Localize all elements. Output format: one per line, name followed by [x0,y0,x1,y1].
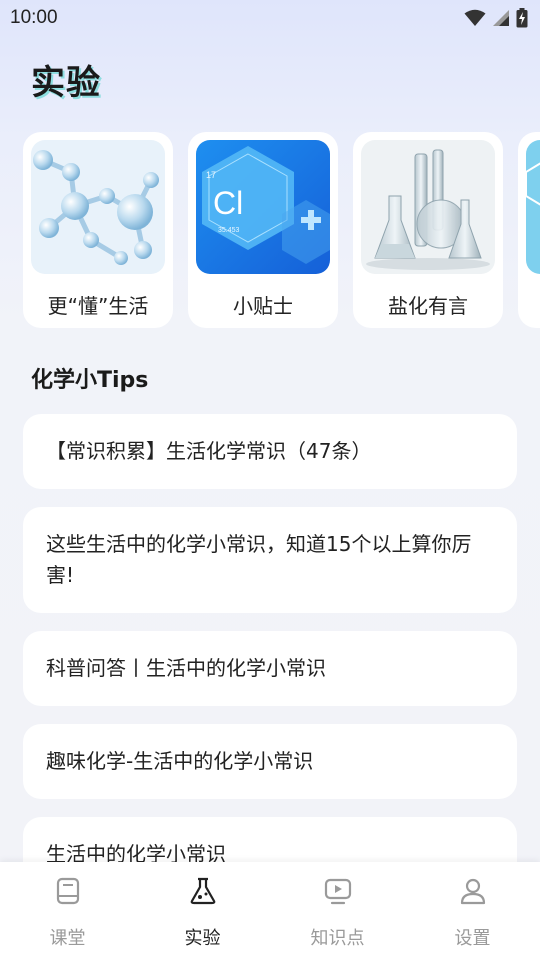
tab-label: 知识点 [310,928,365,949]
chlorine-element-image: 17 Cl 35.453 [196,140,330,274]
wifi-icon [464,9,486,26]
tip-item[interactable]: 趣味化学-生活中的化学小常识 [23,724,517,799]
video-icon [324,878,351,905]
tab-settings[interactable]: 设置 [405,862,540,960]
atomic-number: 17 [206,170,216,180]
category-carousel[interactable]: 更“懂”生活 17 Cl 35.453 小贴士 盐化有言 [23,132,540,328]
status-bar: 10:00 [0,0,540,36]
tip-item[interactable]: 这些生活中的化学小常识，知道15个以上算你厉害! [23,507,517,613]
battery-charging-icon [516,8,528,28]
card-label: 小贴士 [233,294,293,318]
partial-card-image [526,140,540,274]
tab-label: 课堂 [49,928,86,949]
tab-label: 设置 [454,928,491,949]
molecule-image [31,140,165,274]
card-label: 盐化有言 [388,294,468,318]
section-title: 化学小Tips [31,368,149,393]
status-icons [464,8,528,28]
lab-glassware-image [361,140,495,274]
status-time: 10:00 [10,7,58,28]
element-symbol: Cl [213,185,243,221]
tip-item[interactable]: 【常识积累】生活化学常识（47条） [23,414,517,489]
tip-item[interactable]: 科普问答丨生活中的化学小常识 [23,631,517,706]
page-title: 实验 [31,63,101,103]
person-icon [460,878,485,905]
tab-label: 实验 [184,928,221,949]
card-partial[interactable] [518,132,540,328]
card-tips[interactable]: 17 Cl 35.453 小贴士 [188,132,338,328]
card-life[interactable]: 更“懂”生活 [23,132,173,328]
card-salt[interactable]: 盐化有言 [353,132,503,328]
tab-experiment[interactable]: 实验 [135,862,270,960]
signal-icon [493,10,509,26]
book-icon [56,877,79,905]
bottom-tab-bar: 课堂 实验 知识点 设置 [0,862,540,960]
tips-list: 【常识积累】生活化学常识（47条） 这些生活中的化学小常识，知道15个以上算你厉… [23,414,517,910]
tab-classroom[interactable]: 课堂 [0,862,135,960]
atomic-mass: 35.453 [218,227,240,234]
tab-knowledge[interactable]: 知识点 [270,862,405,960]
flask-icon [190,877,215,905]
card-label: 更“懂”生活 [47,294,149,318]
